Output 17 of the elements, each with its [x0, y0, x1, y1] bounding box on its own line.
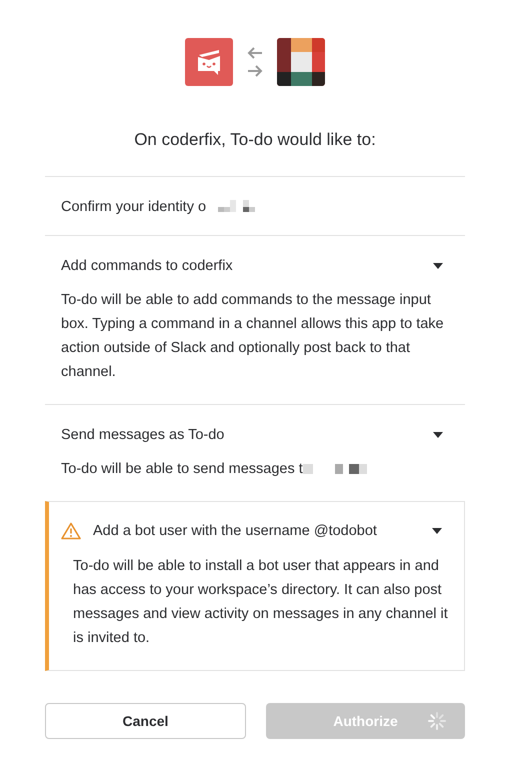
exchange-arrows-icon — [245, 47, 265, 77]
spinner-icon — [427, 711, 447, 731]
workspace-logo-icon — [277, 38, 325, 86]
warning-icon — [61, 522, 81, 540]
permission-description: To-do will be able to send messages t — [61, 460, 303, 479]
permission-description: To-do will be able to install a bot user that appears in and has access to your workspace’s directory. It can also post messages and view activity on messages in any channel it is invited to. — [73, 557, 448, 648]
caret-icon[interactable] — [433, 432, 443, 438]
caret-icon[interactable] — [433, 263, 443, 269]
permission-title: Send messages as To-do — [61, 427, 224, 443]
permission-heading: On coderfix, To-do would like to: — [133, 130, 377, 150]
cancel-button[interactable]: Cancel — [45, 703, 246, 739]
app-logo-icon — [185, 38, 233, 86]
permission-title: Confirm your identity o — [61, 199, 206, 215]
permission-title: Add commands to coderfix — [61, 258, 233, 274]
permission-description: To-do will be able to add commands to the message input box. Typing a command in a channel allows this app to take action outside of Slack and optionally post back to that channel. — [61, 291, 445, 382]
permission-title: Add a bot user with the username @todobot — [93, 523, 377, 539]
caret-icon[interactable] — [432, 528, 442, 534]
